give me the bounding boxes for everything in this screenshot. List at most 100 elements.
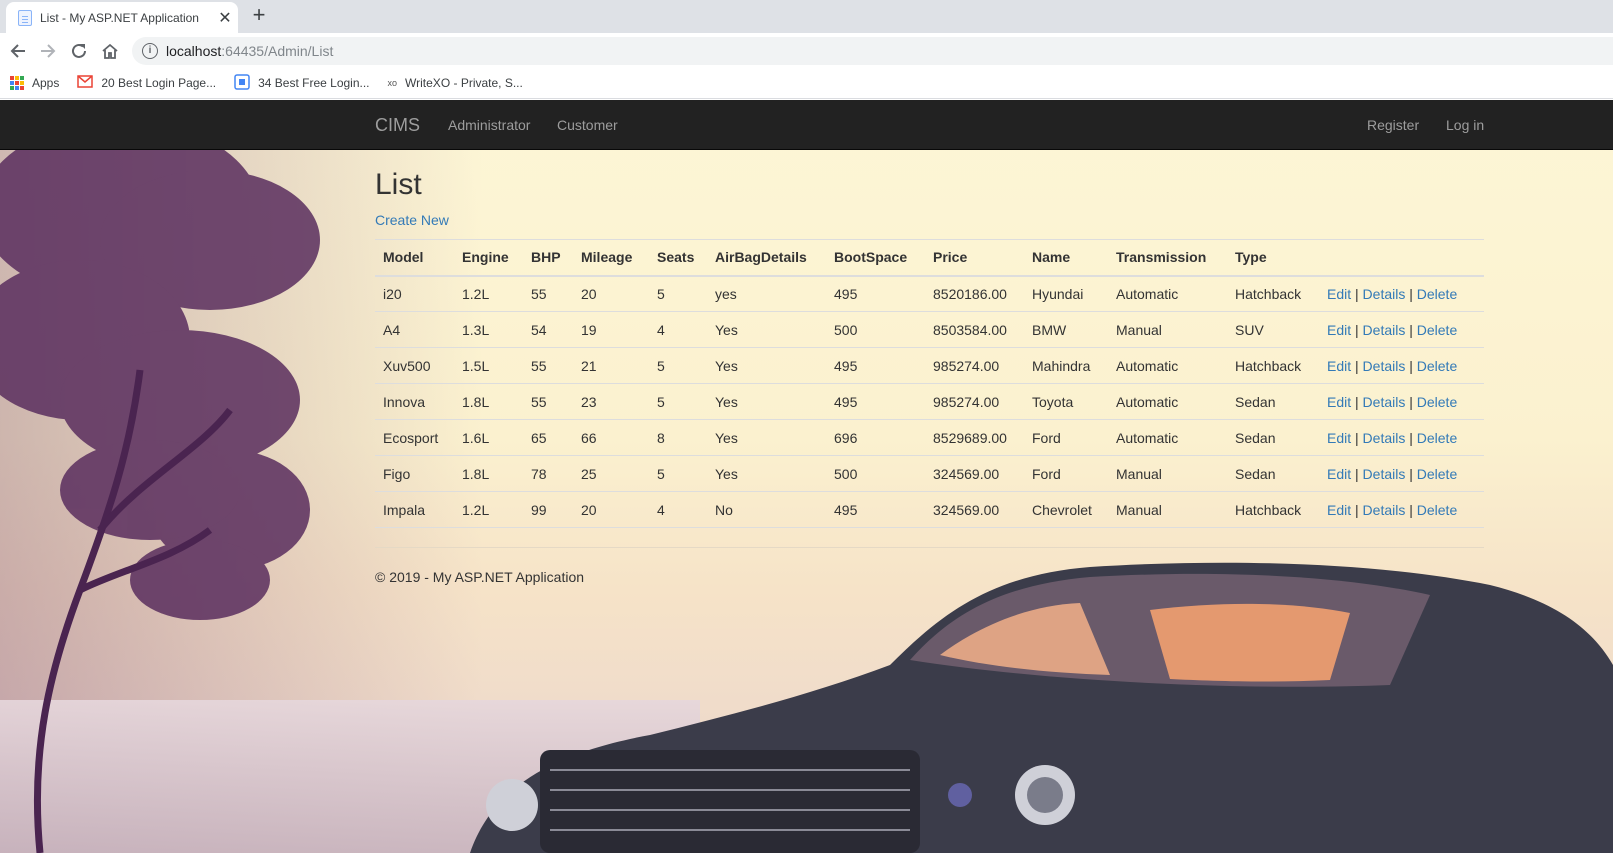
bookmark-apps[interactable]: Apps <box>10 76 59 90</box>
main-content: List Create New Model Engine BHP Mileage… <box>375 150 1484 585</box>
nav-login[interactable]: Log in <box>1446 117 1484 133</box>
column-header: Type <box>1227 239 1319 277</box>
table-cell: 1.3L <box>454 311 523 348</box>
table-cell: Yes <box>707 419 826 456</box>
table-cell: 500 <box>826 311 925 348</box>
cars-table: Model Engine BHP Mileage Seats AirBagDet… <box>375 239 1484 528</box>
table-cell: Hatchback <box>1227 491 1319 528</box>
column-header: AirBagDetails <box>707 239 826 277</box>
table-row: Ecosport 1.6L 65 66 8 Yes 696 8529689.00 Ford Aut… <box>375 419 1484 456</box>
details-link[interactable]: Details <box>1363 502 1406 518</box>
table-cell: 4 <box>649 311 707 348</box>
url-path: :64435/Admin/List <box>221 43 334 59</box>
details-link[interactable]: Details <box>1363 322 1406 338</box>
row-actions: Edit | Details | Delete <box>1319 275 1484 312</box>
table-row: A4 1.3L 54 19 4 Yes 500 8503584.00 BMW Manual SUV E… <box>375 311 1484 348</box>
brand-link[interactable]: CIMS <box>375 115 420 136</box>
action-separator: | <box>1409 501 1413 518</box>
delete-link[interactable]: Delete <box>1417 502 1457 518</box>
nav-register[interactable]: Register <box>1367 117 1419 133</box>
table-cell: Sedan <box>1227 419 1319 456</box>
column-header: BootSpace <box>826 239 925 277</box>
back-arrow-icon[interactable] <box>6 39 30 63</box>
table-cell: BMW <box>1024 311 1108 348</box>
column-header: BHP <box>523 239 573 277</box>
table-row: Impala 1.2L 99 20 4 No 495 324569.00 Chevrolet Ma… <box>375 491 1484 528</box>
address-bar[interactable]: i localhost:64435/Admin/List <box>132 37 1613 65</box>
page-title: List <box>375 168 422 201</box>
table-cell: 1.8L <box>454 383 523 420</box>
table-cell: SUV <box>1227 311 1319 348</box>
details-link[interactable]: Details <box>1363 358 1406 374</box>
column-header: Transmission <box>1108 239 1227 277</box>
table-cell: Automatic <box>1108 275 1227 312</box>
table-cell: A4 <box>375 311 454 348</box>
table-cell: 495 <box>826 347 925 384</box>
create-new-link[interactable]: Create New <box>375 212 449 228</box>
home-icon[interactable] <box>98 39 122 63</box>
bookmark-free-login[interactable]: 34 Best Free Login... <box>234 73 370 93</box>
table-cell: 55 <box>523 383 573 420</box>
bookmark-label: WriteXO - Private, S... <box>405 76 523 90</box>
footer-divider <box>375 547 1484 548</box>
page-favicon-icon <box>18 9 32 26</box>
column-header: Seats <box>649 239 707 277</box>
tab-title: List - My ASP.NET Application <box>40 10 199 25</box>
site-info-icon[interactable]: i <box>142 43 158 59</box>
edit-link[interactable]: Edit <box>1327 286 1351 302</box>
edit-link[interactable]: Edit <box>1327 394 1351 410</box>
column-header: Name <box>1024 239 1108 277</box>
table-cell: Manual <box>1108 455 1227 492</box>
browser-tab-strip: List - My ASP.NET Application ✕ + <box>0 0 1613 33</box>
bookmark-writexo[interactable]: xo WriteXO - Private, S... <box>388 76 523 90</box>
action-separator: | <box>1409 429 1413 446</box>
apps-grid-icon <box>10 76 24 90</box>
table-cell: 985274.00 <box>925 383 1024 420</box>
forward-arrow-icon[interactable] <box>36 39 60 63</box>
table-cell: Chevrolet <box>1024 491 1108 528</box>
delete-link[interactable]: Delete <box>1417 466 1457 482</box>
nav-customer[interactable]: Customer <box>557 117 618 133</box>
edit-link[interactable]: Edit <box>1327 358 1351 374</box>
new-tab-button[interactable]: + <box>248 4 270 26</box>
table-cell: 696 <box>826 419 925 456</box>
delete-link[interactable]: Delete <box>1417 394 1457 410</box>
table-cell: Yes <box>707 311 826 348</box>
table-cell: 8 <box>649 419 707 456</box>
action-separator: | <box>1355 285 1359 302</box>
table-cell: Xuv500 <box>375 347 454 384</box>
browser-tab-active[interactable]: List - My ASP.NET Application ✕ <box>6 2 238 33</box>
table-body: i20 1.2L 55 20 5 yes 495 8520186.00 Hyundai Autom… <box>375 275 1484 528</box>
details-link[interactable]: Details <box>1363 466 1406 482</box>
action-separator: | <box>1409 285 1413 302</box>
table-cell: 65 <box>523 419 573 456</box>
edit-link[interactable]: Edit <box>1327 502 1351 518</box>
table-cell: 5 <box>649 455 707 492</box>
details-link[interactable]: Details <box>1363 286 1406 302</box>
close-tab-icon[interactable]: ✕ <box>212 8 238 28</box>
delete-link[interactable]: Delete <box>1417 322 1457 338</box>
details-link[interactable]: Details <box>1363 430 1406 446</box>
table-header-row: Model Engine BHP Mileage Seats AirBagDet… <box>375 239 1484 277</box>
reload-icon[interactable] <box>67 39 91 63</box>
delete-link[interactable]: Delete <box>1417 286 1457 302</box>
bookmark-login-pages[interactable]: 20 Best Login Page... <box>77 75 216 91</box>
table-cell: 1.5L <box>454 347 523 384</box>
table-cell: 23 <box>573 383 649 420</box>
table-cell: i20 <box>375 275 454 312</box>
table-cell: 985274.00 <box>925 347 1024 384</box>
edit-link[interactable]: Edit <box>1327 430 1351 446</box>
edit-link[interactable]: Edit <box>1327 466 1351 482</box>
table-cell: 55 <box>523 275 573 312</box>
table-cell: 324569.00 <box>925 455 1024 492</box>
delete-link[interactable]: Delete <box>1417 430 1457 446</box>
nav-administrator[interactable]: Administrator <box>448 117 530 133</box>
table-cell: Ecosport <box>375 419 454 456</box>
details-link[interactable]: Details <box>1363 394 1406 410</box>
edit-link[interactable]: Edit <box>1327 322 1351 338</box>
action-separator: | <box>1355 393 1359 410</box>
delete-link[interactable]: Delete <box>1417 358 1457 374</box>
row-actions: Edit | Details | Delete <box>1319 455 1484 492</box>
table-cell: 20 <box>573 275 649 312</box>
table-cell: Yes <box>707 455 826 492</box>
